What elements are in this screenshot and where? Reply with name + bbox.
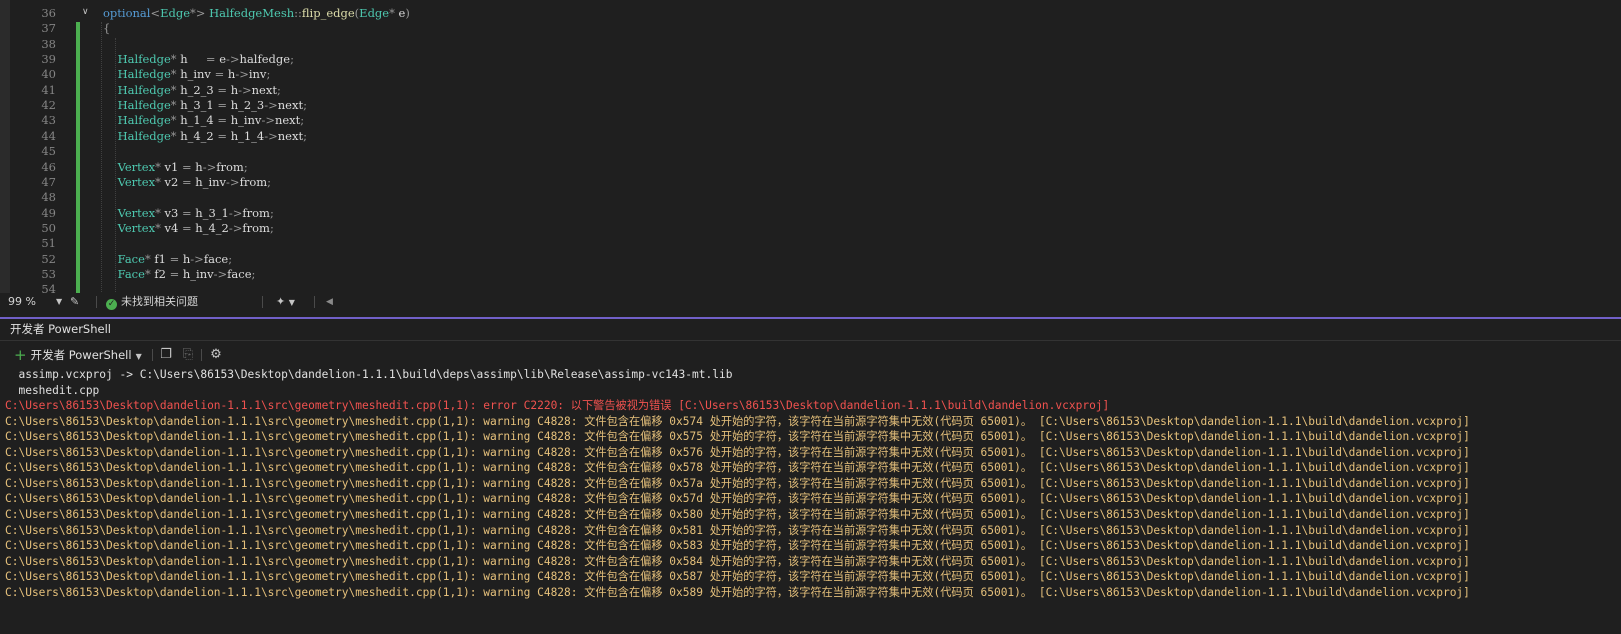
- code-text: optional<Edge*> HalfedgeMesh::flip_edge(…: [103, 6, 410, 20]
- code-text: Face* f1 = h->face;: [117, 251, 233, 266]
- panel-title: 开发者 PowerShell: [10, 322, 111, 336]
- line-number: 36: [41, 6, 56, 20]
- chevron-down-icon: ▼: [56, 297, 63, 306]
- check-circle-icon: ✓: [106, 299, 117, 310]
- code-line[interactable]: 47 Vertex* v2 = h_inv->from;: [0, 174, 1621, 190]
- code-line[interactable]: 44 Halfedge* h_4_2 = h_1_4->next;: [0, 128, 1621, 144]
- warning-line: C:\Users\86153\Desktop\dandelion-1.1.1\s…: [5, 585, 1470, 599]
- line-number: 40: [41, 67, 56, 82]
- issues-label: 未找到相关问题: [121, 295, 198, 308]
- line-number: 45: [41, 144, 56, 159]
- code-line[interactable]: 49 Vertex* v3 = h_3_1->from;: [0, 205, 1621, 221]
- warning-line: C:\Users\86153\Desktop\dandelion-1.1.1\s…: [5, 492, 1470, 506]
- warning-line: C:\Users\86153\Desktop\dandelion-1.1.1\s…: [5, 523, 1470, 537]
- code-text: Vertex* v3 = h_3_1->from;: [117, 205, 274, 220]
- editor-status-bar: 99 % ▼ ✎ ✓ 未找到相关问题 ✦ ▼ ◀: [0, 293, 1621, 311]
- code-text: Halfedge* h_3_1 = h_2_3->next;: [117, 98, 307, 113]
- new-terminal-label: 开发者 PowerShell: [30, 348, 132, 362]
- copy-icon[interactable]: ❐: [158, 346, 174, 364]
- warning-line: C:\Users\86153\Desktop\dandelion-1.1.1\s…: [5, 445, 1470, 459]
- zoom-dropdown[interactable]: 99 % ▼: [8, 295, 64, 309]
- code-line[interactable]: 40 Halfedge* h_inv = h->inv;: [0, 66, 1621, 82]
- line-number: 43: [41, 113, 56, 128]
- error-line: C:\Users\86153\Desktop\dandelion-1.1.1\s…: [5, 399, 1110, 413]
- output-line: assimp.vcxproj -> C:\Users\86153\Desktop…: [5, 368, 733, 381]
- output-line: meshedit.cpp: [5, 383, 100, 397]
- line-number: 38: [41, 36, 56, 51]
- line-number: 47: [41, 174, 56, 189]
- code-line[interactable]: 42 Halfedge* h_3_1 = h_2_3->next;: [0, 97, 1621, 113]
- code-line[interactable]: 53 Face* f2 = h_inv->face;: [0, 266, 1621, 282]
- warning-line: C:\Users\86153\Desktop\dandelion-1.1.1\s…: [5, 554, 1470, 568]
- code-text: {: [103, 21, 111, 36]
- code-editor[interactable]: ∨ 36 optional<Edge*> HalfedgeMesh::flip_e…: [0, 0, 1621, 304]
- zoom-value: 99 %: [8, 295, 36, 308]
- divider: [201, 349, 202, 361]
- plus-icon: +: [14, 346, 27, 364]
- terminal-toolbar: + 开发者 PowerShell ▼ ❐ ⎘ ⚙: [0, 344, 1621, 366]
- line-number: 49: [41, 205, 56, 220]
- warning-line: C:\Users\86153\Desktop\dandelion-1.1.1\s…: [5, 570, 1470, 584]
- code-line[interactable]: 46 Vertex* v1 = h->from;: [0, 159, 1621, 175]
- code-line[interactable]: 43 Halfedge* h_1_4 = h_inv->next;: [0, 112, 1621, 128]
- code-line[interactable]: 39 Halfedge* h = e->halfedge;: [0, 51, 1621, 67]
- code-line[interactable]: 51: [0, 235, 1621, 251]
- warning-line: C:\Users\86153\Desktop\dandelion-1.1.1\s…: [5, 430, 1470, 444]
- line-number: 41: [41, 82, 56, 97]
- warning-line: C:\Users\86153\Desktop\dandelion-1.1.1\s…: [5, 414, 1470, 428]
- line-number: 44: [41, 128, 56, 143]
- code-line[interactable]: 41 Halfedge* h_2_3 = h->next;: [0, 82, 1621, 98]
- line-number: 46: [41, 159, 56, 174]
- code-text: Halfedge* h = e->halfedge;: [117, 52, 294, 67]
- warning-line: C:\Users\86153\Desktop\dandelion-1.1.1\s…: [5, 539, 1470, 553]
- code-text: Halfedge* h_inv = h->inv;: [117, 67, 271, 82]
- chevron-down-icon[interactable]: ▼: [136, 352, 142, 361]
- scroll-left-icon[interactable]: ◀: [326, 295, 333, 309]
- line-number: 50: [41, 220, 56, 235]
- line-number: 39: [41, 52, 56, 67]
- paste-icon[interactable]: ⎘: [180, 346, 196, 364]
- code-line[interactable]: 52 Face* f1 = h->face;: [0, 251, 1621, 267]
- code-text: Halfedge* h_1_4 = h_inv->next;: [117, 113, 305, 128]
- warning-line: C:\Users\86153\Desktop\dandelion-1.1.1\s…: [5, 461, 1470, 475]
- code-text: Face* f2 = h_inv->face;: [117, 266, 256, 281]
- code-line[interactable]: 36 optional<Edge*> HalfedgeMesh::flip_edg…: [0, 5, 1621, 21]
- code-text: Vertex* v4 = h_4_2->from;: [117, 220, 274, 235]
- issues-indicator[interactable]: ✓ 未找到相关问题: [106, 295, 198, 310]
- code-line[interactable]: 38: [0, 36, 1621, 52]
- line-number: 51: [41, 236, 56, 251]
- line-number: 52: [41, 251, 56, 266]
- code-text: Vertex* v2 = h_inv->from;: [117, 174, 272, 189]
- code-line[interactable]: 48: [0, 189, 1621, 205]
- code-text: Halfedge* h_4_2 = h_1_4->next;: [117, 128, 307, 143]
- divider: [0, 340, 1621, 341]
- code-text: Halfedge* h_2_3 = h->next;: [117, 82, 281, 97]
- code-line[interactable]: 37 {: [0, 20, 1621, 36]
- divider: [152, 349, 153, 361]
- new-terminal-button[interactable]: + 开发者 PowerShell ▼: [14, 346, 142, 364]
- divider: [96, 296, 97, 308]
- paint-icon[interactable]: ✎: [70, 295, 84, 309]
- divider: [314, 296, 315, 308]
- code-line[interactable]: 50 Vertex* v4 = h_4_2->from;: [0, 220, 1621, 236]
- divider: [262, 296, 263, 308]
- code-line[interactable]: 45: [0, 143, 1621, 159]
- line-number: 53: [41, 266, 56, 281]
- warning-line: C:\Users\86153\Desktop\dandelion-1.1.1\s…: [5, 507, 1470, 521]
- code-text: Vertex* v1 = h->from;: [117, 159, 248, 174]
- brush-icon[interactable]: ✦ ▼: [276, 295, 295, 309]
- line-number: 42: [41, 98, 56, 113]
- gear-icon[interactable]: ⚙: [208, 346, 224, 364]
- panel-splitter[interactable]: [0, 317, 1621, 319]
- warning-line: C:\Users\86153\Desktop\dandelion-1.1.1\s…: [5, 476, 1470, 490]
- line-number: 48: [41, 190, 56, 205]
- line-number: 37: [41, 21, 56, 36]
